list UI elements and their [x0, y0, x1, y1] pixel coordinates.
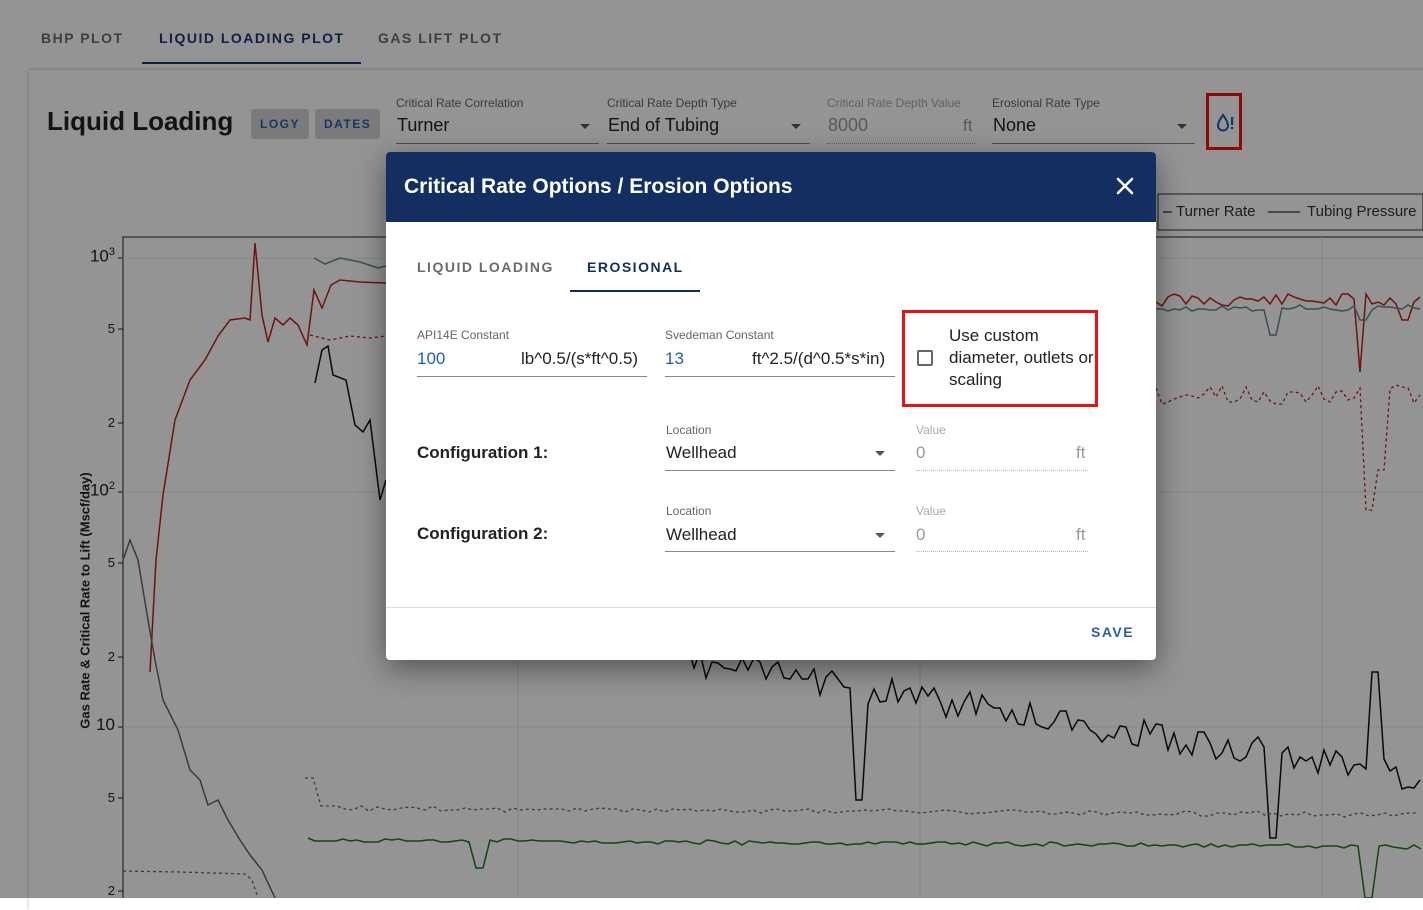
location-value: Wellhead — [666, 443, 737, 462]
dialog-tab-liquid-loading[interactable]: LIQUID LOADING — [417, 259, 554, 275]
api14e-constant-input[interactable]: 100 — [417, 349, 445, 369]
close-button[interactable] — [1113, 174, 1137, 198]
save-button[interactable]: SAVE — [1091, 624, 1134, 640]
svedeman-constant-label: Svedeman Constant — [665, 328, 774, 342]
select-underline — [665, 470, 895, 471]
dialog-title: Critical Rate Options / Erosion Options — [404, 175, 793, 198]
api14e-constant-label: API14E Constant — [417, 328, 510, 342]
custom-diameter-option[interactable]: Use custom diameter, outlets or scaling — [902, 310, 1098, 407]
custom-diameter-checkbox[interactable] — [917, 350, 933, 366]
value-unit: ft — [1076, 443, 1086, 462]
location-value: Wellhead — [666, 525, 737, 544]
chevron-down-icon — [875, 533, 885, 538]
location-label: Location — [666, 423, 712, 437]
field-underline — [417, 376, 647, 377]
critical-rate-options-dialog: Critical Rate Options / Erosion Options … — [386, 152, 1156, 660]
value-label: Value — [916, 423, 946, 437]
dialog-active-tab-indicator — [570, 290, 700, 292]
configuration-1-value-input[interactable]: 0 — [916, 443, 925, 463]
api14e-unit: lb^0.5/(s*ft^0.5) — [521, 349, 639, 368]
field-underline — [665, 376, 895, 377]
field-underline — [916, 551, 1088, 553]
value-unit: ft — [1076, 525, 1086, 544]
svedeman-constant-input[interactable]: 13 — [665, 349, 684, 369]
configuration-2-value-input[interactable]: 0 — [916, 525, 925, 545]
select-underline — [665, 551, 895, 552]
dialog-footer-divider — [386, 607, 1156, 608]
close-icon — [1116, 177, 1134, 195]
value-label: Value — [916, 504, 946, 518]
configuration-1-label: Configuration 1: — [417, 443, 549, 462]
dialog-tab-erosional[interactable]: EROSIONAL — [587, 259, 684, 275]
svedeman-unit: ft^2.5/(d^0.5*s*in) — [752, 349, 886, 368]
dialog-header: Critical Rate Options / Erosion Options — [386, 152, 1156, 222]
configuration-2-label: Configuration 2: — [417, 524, 549, 543]
custom-diameter-label: Use custom diameter, outlets or scaling — [949, 326, 1094, 389]
location-label: Location — [666, 504, 712, 518]
field-underline — [916, 470, 1088, 472]
chevron-down-icon — [875, 451, 885, 456]
